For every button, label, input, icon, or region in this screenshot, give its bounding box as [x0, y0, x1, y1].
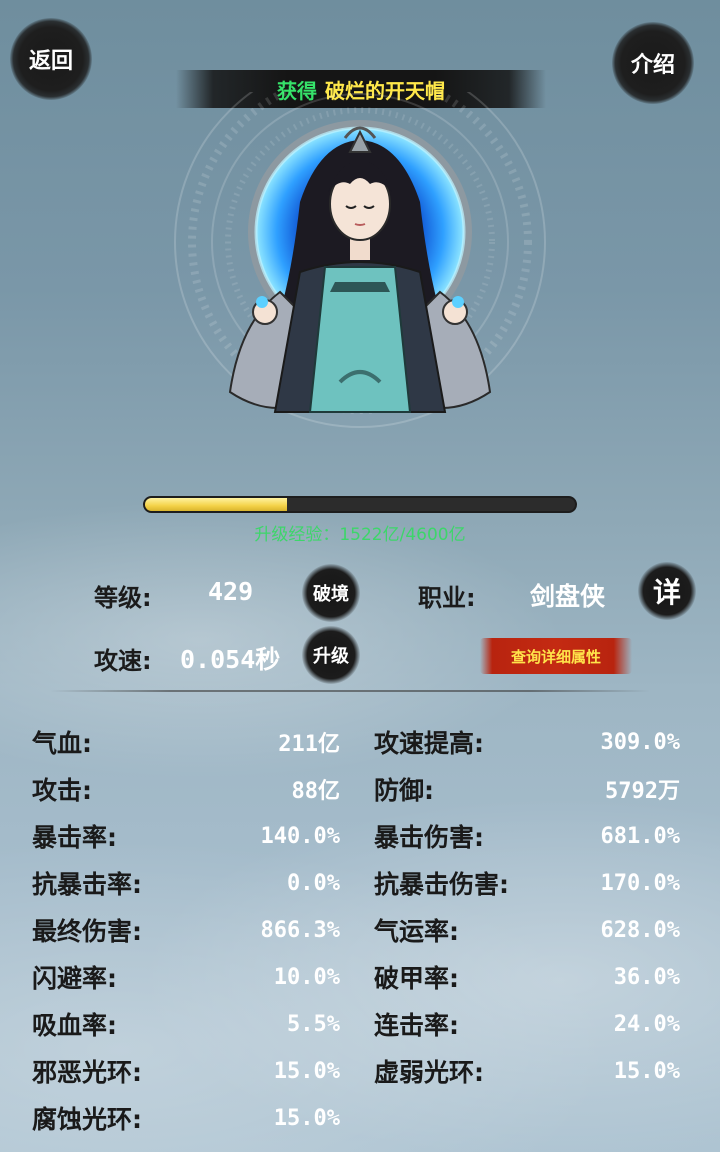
stat-value: 211亿 [278, 732, 340, 757]
stat-value: 15.0% [273, 1105, 340, 1131]
level-value: 429 [208, 577, 254, 606]
stat-row: 抗暴击率: 0.0% [32, 863, 340, 903]
stat-value: 170.0% [600, 870, 680, 896]
stat-value: 88亿 [291, 779, 341, 804]
stat-row: 气血: 211亿 [32, 722, 340, 762]
stat-name: 腐蚀光环: [32, 1105, 142, 1134]
upgrade-button[interactable]: 升级 [302, 626, 360, 684]
query-attributes-label: 查询详细属性 [510, 647, 601, 666]
stat-name: 气运率: [374, 917, 459, 946]
stat-value: 24.0% [613, 1011, 680, 1037]
stat-name: 虚弱光环: [374, 1058, 484, 1087]
stat-name: 破甲率: [374, 964, 459, 993]
stat-row: 连击率: 24.0% [374, 1004, 680, 1044]
experience-label: 升级经验：1522亿/4600亿 [254, 525, 466, 545]
stat-value: 628.0% [600, 917, 680, 943]
stat-name: 连击率: [374, 1011, 459, 1040]
stat-row: 闪避率: 10.0% [32, 957, 340, 997]
character-portrait [174, 92, 546, 428]
stat-row: 腐蚀光环: 15.0% [32, 1098, 340, 1138]
attack-speed-label: 攻速: [94, 647, 152, 675]
stat-name: 吸血率: [32, 1011, 117, 1040]
stat-row: 抗暴击伤害: 170.0% [374, 863, 680, 903]
stat-name: 气血: [32, 729, 92, 758]
stat-value: 15.0% [273, 1058, 340, 1084]
experience-progress-fill [145, 498, 287, 511]
stat-value: 309.0% [600, 729, 680, 755]
stat-row: 最终伤害: 866.3% [32, 910, 340, 950]
stat-name: 暴击率: [32, 823, 117, 852]
stat-value: 681.0% [600, 823, 680, 849]
stat-name: 攻速提高: [374, 729, 484, 758]
intro-button[interactable]: 介绍 [612, 22, 694, 104]
stat-value: 5.5% [287, 1011, 340, 1037]
stat-name: 最终伤害: [32, 917, 142, 946]
stat-value: 140.0% [260, 823, 340, 849]
experience-progress-bar [143, 496, 577, 513]
stat-row: 暴击率: 140.0% [32, 816, 340, 856]
stat-value: 10.0% [273, 964, 340, 990]
stat-name: 暴击伤害: [374, 823, 484, 852]
upgrade-button-label: 升级 [313, 646, 349, 667]
breakthrough-button-label: 破境 [313, 584, 349, 605]
stat-name: 邪恶光环: [32, 1058, 142, 1087]
stat-value: 15.0% [613, 1058, 680, 1084]
detail-button-label: 详 [652, 576, 681, 609]
stat-value: 36.0% [613, 964, 680, 990]
stat-name: 闪避率: [32, 964, 117, 993]
detail-button[interactable]: 详 [638, 562, 696, 620]
back-button[interactable]: 返回 [10, 18, 92, 100]
stat-value: 0.0% [287, 870, 340, 896]
level-label: 等级: [94, 584, 152, 612]
class-label: 职业: [418, 584, 476, 612]
stat-name: 攻击: [32, 776, 92, 805]
stat-row: 破甲率: 36.0% [374, 957, 680, 997]
attack-speed-value: 0.054秒 [180, 645, 281, 674]
back-button-label: 返回 [28, 49, 73, 74]
stat-row: 气运率: 628.0% [374, 910, 680, 950]
intro-button-label: 介绍 [630, 53, 675, 78]
query-attributes-button[interactable]: 查询详细属性 [480, 638, 632, 674]
stat-row: 邪恶光环: 15.0% [32, 1051, 340, 1091]
breakthrough-button[interactable]: 破境 [302, 564, 360, 622]
stat-value: 866.3% [260, 917, 340, 943]
stat-value: 5792万 [605, 779, 680, 804]
stat-row: 攻速提高: 309.0% [374, 722, 680, 762]
stat-name: 防御: [374, 776, 434, 805]
class-value: 剑盘侠 [530, 582, 606, 611]
stat-name: 抗暴击伤害: [374, 870, 509, 899]
stat-row: 暴击伤害: 681.0% [374, 816, 680, 856]
stat-row: 吸血率: 5.5% [32, 1004, 340, 1044]
divider [50, 690, 650, 692]
stat-row: 虚弱光环: 15.0% [374, 1051, 680, 1091]
stat-row: 攻击: 88亿 [32, 769, 340, 809]
stat-name: 抗暴击率: [32, 870, 142, 899]
stat-row: 防御: 5792万 [374, 769, 680, 809]
